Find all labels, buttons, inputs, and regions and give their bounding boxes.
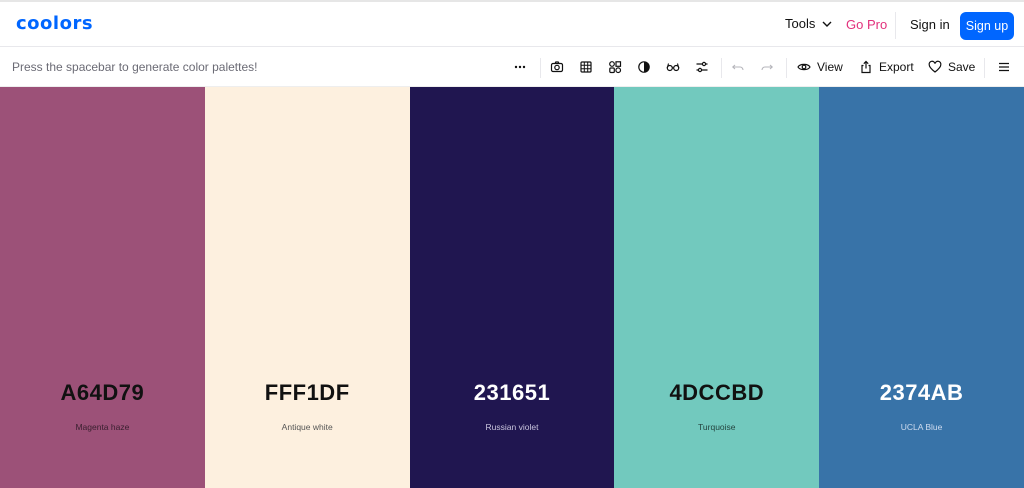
contrast-icon bbox=[638, 61, 650, 73]
coolors-logo[interactable]: coolors bbox=[16, 13, 93, 34]
color-name: Magenta haze bbox=[75, 422, 130, 432]
color-palette: A64D79 Magenta haze FFF1DF Antique white… bbox=[0, 87, 1024, 488]
hex-code[interactable]: FFF1DF bbox=[205, 380, 410, 406]
color-swatch[interactable]: A64D79 Magenta haze bbox=[0, 87, 205, 488]
toolbar-divider bbox=[721, 58, 722, 78]
glasses-icon bbox=[666, 63, 680, 72]
export-button[interactable]: Export bbox=[859, 58, 914, 76]
toolbar-divider bbox=[984, 58, 985, 78]
top-header: coolors Tools Go Pro Sign in Sign up bbox=[0, 0, 1024, 47]
tools-menu[interactable]: Tools bbox=[785, 16, 833, 31]
color-swatch[interactable]: FFF1DF Antique white bbox=[204, 87, 410, 488]
color-swatch[interactable]: 231651 Russian violet bbox=[409, 87, 615, 488]
hex-code[interactable]: A64D79 bbox=[0, 380, 205, 406]
color-name: Russian violet bbox=[485, 422, 539, 432]
hex-code[interactable]: 231651 bbox=[410, 380, 615, 406]
color-name: Turquoise bbox=[698, 422, 736, 432]
eye-icon bbox=[797, 63, 811, 71]
sign-in-link[interactable]: Sign in bbox=[910, 17, 950, 32]
save-button[interactable]: Save bbox=[928, 58, 975, 76]
view-button[interactable]: View bbox=[797, 58, 843, 76]
hex-code[interactable]: 4DCCBD bbox=[614, 380, 819, 406]
spacebar-hint: Press the spacebar to generate color pal… bbox=[12, 60, 258, 74]
color-swatch[interactable]: 2374AB UCLA Blue bbox=[819, 87, 1024, 488]
undo-icon bbox=[731, 64, 744, 71]
go-pro-link[interactable]: Go Pro bbox=[846, 17, 887, 32]
sign-up-button[interactable]: Sign up bbox=[960, 12, 1014, 40]
color-swatch[interactable]: 4DCCBD Turquoise bbox=[614, 87, 820, 488]
view-label: View bbox=[817, 60, 843, 74]
heart-icon bbox=[928, 60, 942, 73]
more-icon bbox=[514, 65, 526, 69]
toolbar-divider bbox=[786, 58, 787, 78]
export-label: Export bbox=[879, 60, 914, 74]
shapes-button[interactable] bbox=[608, 58, 622, 76]
save-label: Save bbox=[948, 60, 976, 74]
header-divider bbox=[895, 12, 896, 39]
undo-button[interactable] bbox=[731, 58, 745, 76]
camera-button[interactable] bbox=[550, 58, 564, 76]
color-name: Antique white bbox=[281, 422, 333, 432]
sliders-icon bbox=[696, 61, 708, 73]
palette-toolbar: Press the spacebar to generate color pal… bbox=[0, 47, 1024, 87]
more-options-button[interactable] bbox=[513, 58, 527, 76]
camera-icon bbox=[550, 61, 564, 73]
grid-view-button[interactable] bbox=[579, 58, 593, 76]
chevron-down-icon bbox=[822, 21, 832, 27]
tools-label: Tools bbox=[785, 16, 816, 31]
export-icon bbox=[861, 60, 871, 74]
shapes-icon bbox=[609, 61, 622, 74]
grid-icon bbox=[580, 61, 592, 73]
color-blindness-button[interactable] bbox=[666, 58, 680, 76]
color-name: UCLA Blue bbox=[900, 422, 943, 432]
contrast-button[interactable] bbox=[637, 58, 651, 76]
toolbar-divider bbox=[540, 58, 541, 78]
redo-icon bbox=[761, 64, 774, 71]
adjust-button[interactable] bbox=[695, 58, 709, 76]
menu-button[interactable] bbox=[997, 58, 1011, 76]
redo-button[interactable] bbox=[760, 58, 774, 76]
hex-code[interactable]: 2374AB bbox=[819, 380, 1024, 406]
menu-icon bbox=[999, 62, 1009, 72]
